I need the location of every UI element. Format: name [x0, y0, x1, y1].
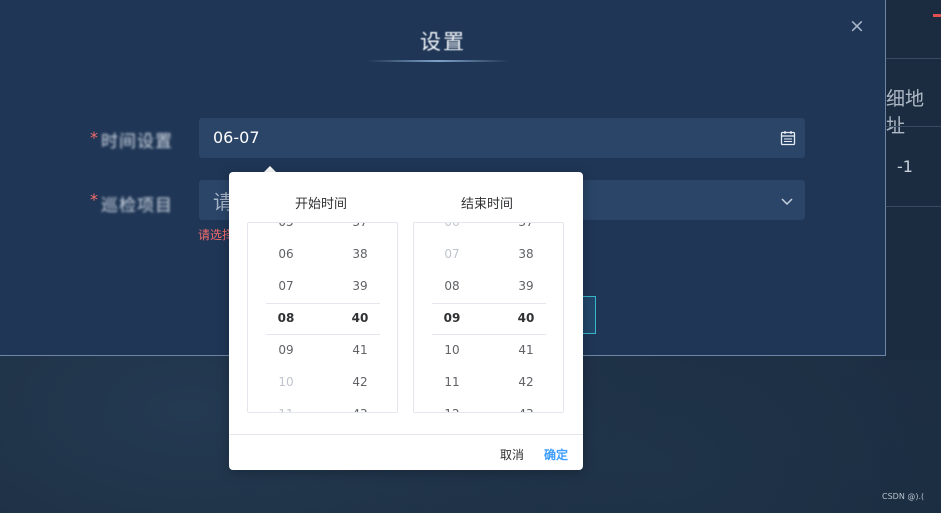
- start-hour-option: 10: [278, 375, 294, 389]
- start-minute-option[interactable]: 42: [340, 375, 380, 389]
- confirm-button[interactable]: 确定: [544, 446, 568, 463]
- end-minute-option[interactable]: 41: [506, 343, 546, 357]
- table-cell: -1: [897, 157, 913, 176]
- required-mark: *: [90, 128, 98, 147]
- start-minute-option[interactable]: 43: [340, 407, 380, 412]
- close-icon[interactable]: ×: [847, 16, 867, 36]
- status-mark: [933, 14, 941, 17]
- dialog-title: 设置: [420, 30, 466, 54]
- end-hour-option: 07: [444, 247, 460, 261]
- time-field-label: 时间设置: [101, 132, 173, 152]
- end-minute-option[interactable]: 37: [506, 223, 546, 229]
- end-hour-option[interactable]: 09: [432, 311, 472, 325]
- start-hour-option[interactable]: 08: [266, 311, 306, 325]
- required-mark: *: [90, 190, 98, 209]
- table-divider: [885, 58, 941, 59]
- start-hour-option[interactable]: 07: [266, 279, 306, 293]
- start-minute-option[interactable]: 41: [340, 343, 380, 357]
- end-hour-option[interactable]: 11: [432, 375, 472, 389]
- end-time-spinner[interactable]: 06 07 08 09 10 11 12 37 38 39 40 41 42 43: [413, 222, 564, 413]
- start-minute-option[interactable]: 38: [340, 247, 380, 261]
- cancel-button[interactable]: 取消: [500, 446, 524, 463]
- end-hour-option[interactable]: 10: [432, 343, 472, 357]
- end-minute-option[interactable]: 39: [506, 279, 546, 293]
- start-time-spinner[interactable]: 05 06 07 08 09 10 11 37 38 39 40 41 42 43: [247, 222, 398, 413]
- select-field-label: 巡检项目: [101, 196, 173, 216]
- table-divider: [885, 206, 941, 207]
- calendar-icon[interactable]: [780, 130, 796, 146]
- end-hour-option[interactable]: 08: [432, 279, 472, 293]
- start-time-title: 开始时间: [295, 197, 348, 212]
- start-hour-option[interactable]: 05: [266, 223, 306, 229]
- watermark: CSDN @).(: [882, 492, 925, 501]
- table-header-cell: 细地址: [886, 88, 925, 137]
- background-table: [885, 0, 941, 360]
- time-range-input[interactable]: 06-07: [199, 118, 805, 158]
- start-minute-option[interactable]: 37: [340, 223, 380, 229]
- time-range-value: 06-07: [213, 128, 260, 147]
- end-minute-option[interactable]: 43: [506, 407, 546, 412]
- end-hour-option: 06: [444, 222, 460, 229]
- end-time-title: 结束时间: [461, 197, 514, 212]
- end-minute-option[interactable]: 40: [506, 311, 546, 325]
- start-hour-option[interactable]: 06: [266, 247, 306, 261]
- start-hour-option: 11: [266, 407, 306, 412]
- start-minute-option[interactable]: 39: [340, 279, 380, 293]
- start-minute-option[interactable]: 40: [340, 311, 380, 325]
- start-hour-option[interactable]: 09: [266, 343, 306, 357]
- title-underline: [367, 60, 509, 62]
- end-hour-option[interactable]: 12: [432, 407, 472, 412]
- end-minute-option[interactable]: 42: [506, 375, 546, 389]
- table-divider: [885, 126, 941, 127]
- time-range-picker: 开始时间 结束时间 05 06 07 08 09 10 11 37 38 39 40 41 42 43 0…: [229, 172, 583, 470]
- end-minute-option[interactable]: 38: [506, 247, 546, 261]
- chevron-down-icon[interactable]: [780, 196, 794, 206]
- picker-footer-divider: [229, 434, 583, 435]
